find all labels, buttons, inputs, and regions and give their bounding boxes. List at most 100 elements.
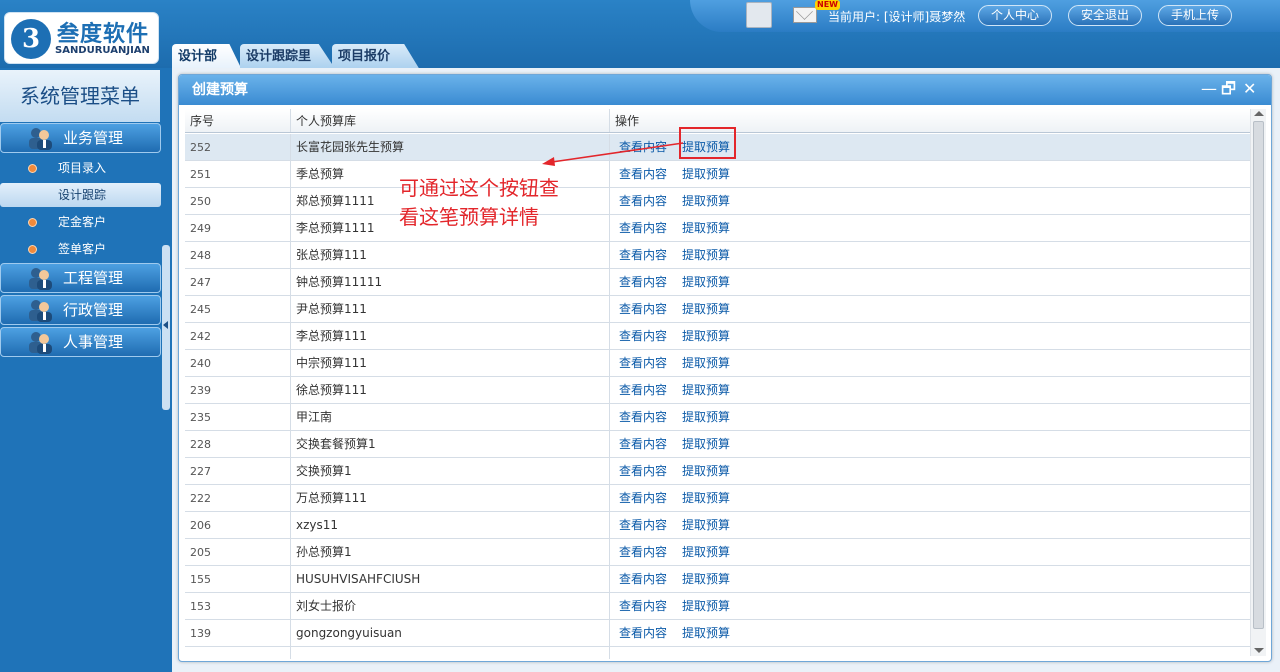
minimize-icon[interactable]: — (1201, 81, 1217, 99)
extract-budget-link[interactable]: 提取预算 (682, 323, 730, 349)
bullet-icon (28, 218, 37, 227)
table-row[interactable]: 250 郑总预算1111 查看内容 提取预算 (185, 188, 1251, 215)
extract-budget-link[interactable]: 提取预算 (682, 485, 730, 511)
row-id: 205 (185, 539, 291, 565)
view-content-link[interactable]: 查看内容 (619, 242, 667, 268)
table-row[interactable]: 153 刘女士报价 查看内容 提取预算 (185, 593, 1251, 620)
view-content-link[interactable]: 查看内容 (619, 512, 667, 538)
document-icon[interactable] (746, 2, 772, 28)
table-row[interactable]: 155 HUSUHVISAHFCIUSH 查看内容 提取预算 (185, 566, 1251, 593)
row-budget-name: HUSUHVISAHFCIUSH (291, 566, 610, 592)
table-row[interactable]: 235 甲江南 查看内容 提取预算 (185, 404, 1251, 431)
view-content-link[interactable]: 查看内容 (619, 404, 667, 430)
table-row[interactable]: 249 李总预算1111 查看内容 提取预算 (185, 215, 1251, 242)
sidebar-collapse-handle[interactable] (162, 245, 170, 410)
table-row[interactable]: 139 gongzongyuisuan 查看内容 提取预算 (185, 620, 1251, 647)
view-content-link[interactable]: 查看内容 (619, 458, 667, 484)
row-budget-name: 刘女士报价 (291, 593, 610, 619)
scroll-thumb[interactable] (1253, 121, 1264, 629)
extract-budget-link[interactable]: 提取预算 (682, 188, 730, 214)
sidebar-group-business[interactable]: 业务管理 (0, 123, 161, 153)
table-row[interactable]: 227 交换预算1 查看内容 提取预算 (185, 458, 1251, 485)
table-row[interactable]: 205 孙总预算1 查看内容 提取预算 (185, 539, 1251, 566)
table-row[interactable]: 222 万总预算111 查看内容 提取预算 (185, 485, 1251, 512)
view-content-link[interactable]: 查看内容 (619, 215, 667, 241)
row-budget-name: 徐总预算111 (291, 377, 610, 403)
table-row[interactable]: 245 尹总预算111 查看内容 提取预算 (185, 296, 1251, 323)
table-row[interactable]: 228 交换套餐预算1 查看内容 提取预算 (185, 431, 1251, 458)
extract-budget-link[interactable]: 提取预算 (682, 269, 730, 295)
mobile-upload-button[interactable]: 手机上传 (1158, 5, 1233, 26)
tab-design-dept[interactable]: 设计部 (172, 44, 242, 70)
row-id: 252 (185, 134, 291, 160)
table-row[interactable]: 239 徐总预算111 查看内容 提取预算 (185, 377, 1251, 404)
view-content-link[interactable]: 查看内容 (619, 539, 667, 565)
row-actions-partial (610, 647, 1251, 659)
table-row[interactable]: 251 季总预算 查看内容 提取预算 (185, 161, 1251, 188)
user-toolbar: NEW 当前用户: [设计师]聂梦然 个人中心 安全退出 手机上传 (690, 0, 1280, 32)
mail-icon[interactable] (793, 7, 817, 23)
sidebar-item-design-tracking[interactable]: 设计跟踪 (0, 183, 161, 207)
sidebar-group-administration[interactable]: 行政管理 (0, 295, 161, 325)
scroll-up-icon[interactable] (1254, 111, 1264, 116)
row-budget-name: 中宗预算111 (291, 350, 610, 376)
view-content-link[interactable]: 查看内容 (619, 431, 667, 457)
view-content-link[interactable]: 查看内容 (619, 269, 667, 295)
extract-budget-link[interactable]: 提取预算 (682, 350, 730, 376)
extract-budget-link[interactable]: 提取预算 (682, 512, 730, 538)
row-actions: 查看内容 提取预算 (610, 458, 1251, 484)
sidebar-item-label: 设计跟踪 (58, 188, 107, 202)
table-row[interactable]: 242 李总预算111 查看内容 提取预算 (185, 323, 1251, 350)
annotation-arrow-icon (542, 142, 684, 166)
table-row[interactable]: 206 xzys11 查看内容 提取预算 (185, 512, 1251, 539)
view-content-link[interactable]: 查看内容 (619, 566, 667, 592)
sidebar-item-project-entry[interactable]: 项目录入 (0, 156, 161, 180)
view-content-link[interactable]: 查看内容 (619, 377, 667, 403)
close-icon[interactable]: ✕ (1243, 81, 1256, 99)
view-content-link[interactable]: 查看内容 (619, 620, 667, 646)
view-content-link[interactable]: 查看内容 (619, 593, 667, 619)
extract-budget-link[interactable]: 提取预算 (682, 593, 730, 619)
extract-budget-link[interactable]: 提取预算 (682, 620, 730, 646)
table-scrollbar[interactable] (1250, 109, 1266, 656)
sidebar-group-hr[interactable]: 人事管理 (0, 327, 161, 357)
extract-budget-link[interactable]: 提取预算 (682, 296, 730, 322)
extract-budget-link[interactable]: 提取预算 (682, 458, 730, 484)
extract-budget-link[interactable]: 提取预算 (682, 431, 730, 457)
view-content-link[interactable]: 查看内容 (619, 485, 667, 511)
scroll-down-icon[interactable] (1254, 648, 1264, 653)
sidebar-item-signed-customers[interactable]: 签单客户 (0, 237, 161, 261)
extract-budget-link[interactable]: 提取预算 (682, 161, 730, 187)
row-id: 206 (185, 512, 291, 538)
maximize-icon[interactable]: 🗗 (1221, 81, 1236, 99)
personal-center-button[interactable]: 个人中心 (978, 5, 1053, 26)
current-user-label: 当前用户: [设计师]聂梦然 (828, 10, 966, 24)
extract-budget-link[interactable]: 提取预算 (682, 539, 730, 565)
extract-budget-link[interactable]: 提取预算 (682, 377, 730, 403)
view-content-link[interactable]: 查看内容 (619, 188, 667, 214)
company-logo: 3 叁度软件 SANDURUANJIAN (4, 12, 159, 64)
extract-budget-link[interactable]: 提取预算 (682, 242, 730, 268)
extract-budget-link[interactable]: 提取预算 (682, 566, 730, 592)
column-header-id[interactable]: 序号 (185, 109, 291, 132)
table-row[interactable]: 248 张总预算111 查看内容 提取预算 (185, 242, 1251, 269)
view-content-link[interactable]: 查看内容 (619, 323, 667, 349)
row-actions: 查看内容 提取预算 (610, 161, 1251, 187)
row-actions: 查看内容 提取预算 (610, 269, 1251, 295)
logout-button[interactable]: 安全退出 (1068, 5, 1143, 26)
column-header-budget-library[interactable]: 个人预算库 (291, 109, 610, 132)
tab-design-tracking[interactable]: 设计跟踪里 (240, 44, 336, 70)
row-id: 242 (185, 323, 291, 349)
view-content-link[interactable]: 查看内容 (619, 350, 667, 376)
view-content-link[interactable]: 查看内容 (619, 296, 667, 322)
tab-project-quote[interactable]: 项目报价 (332, 44, 420, 70)
sidebar-group-engineering[interactable]: 工程管理 (0, 263, 161, 293)
row-actions: 查看内容 提取预算 (610, 404, 1251, 430)
sidebar-item-deposit-customers[interactable]: 定金客户 (0, 210, 161, 234)
table-row[interactable]: 247 钟总预算11111 查看内容 提取预算 (185, 269, 1251, 296)
extract-budget-link[interactable]: 提取预算 (682, 404, 730, 430)
row-actions: 查看内容 提取预算 (610, 485, 1251, 511)
sidebar-group-label: 业务管理 (63, 129, 124, 147)
table-row[interactable]: 240 中宗预算111 查看内容 提取预算 (185, 350, 1251, 377)
extract-budget-link[interactable]: 提取预算 (682, 215, 730, 241)
